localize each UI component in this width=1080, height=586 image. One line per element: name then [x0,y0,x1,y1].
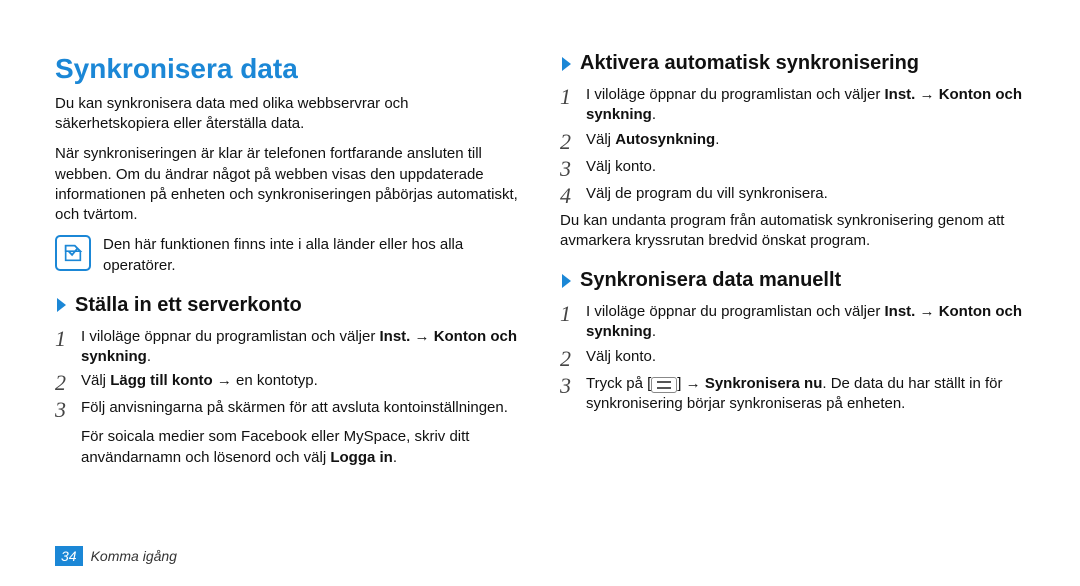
note-text: Den här funktionen finns inte i alla län… [103,235,520,276]
section-heading-text: Synkronisera data manuellt [580,267,841,294]
step-number: 1 [560,85,586,108]
section-heading-text: Aktivera automatisk synkronisering [580,50,919,77]
step-3: 3 Tryck på [ ] → Synkronisera nu. De dat… [560,374,1025,415]
intro-1: Du kan synkronisera data med olika webbs… [55,94,520,135]
step-number: 3 [560,157,586,180]
step-4: 4 Välj de program du vill synkronisera. [560,184,1025,207]
steps-serverkonto: 1 I viloläge öppnar du programlistan och… [55,327,520,422]
right-column: Aktivera automatisk synkronisering 1 I v… [560,50,1025,468]
chevron-icon [560,55,574,73]
step-1: 1 I viloläge öppnar du programlistan och… [55,327,520,368]
page-footer: 34 Komma igång [55,546,177,566]
intro-2: När synkroniseringen är klar är telefone… [55,144,520,225]
step-body: Följ anvisningarna på skärmen för att av… [81,398,520,418]
step-3: 3 Välj konto. [560,157,1025,180]
section-heading-serverkonto: Ställa in ett serverkonto [55,292,520,319]
step-1: 1 I viloläge öppnar du programlistan och… [560,302,1025,343]
step-body: I viloläge öppnar du programlistan och v… [586,302,1025,343]
step-body: Välj de program du vill synkronisera. [586,184,1025,204]
page-title: Synkronisera data [55,50,520,88]
step-number: 2 [560,130,586,153]
step-2: 2 Välj Lägg till konto → en kontotyp. [55,371,520,394]
step-body: Tryck på [ ] → Synkronisera nu. De data … [586,374,1025,415]
step-body: I viloläge öppnar du programlistan och v… [586,85,1025,126]
step-1: 1 I viloläge öppnar du programlistan och… [560,85,1025,126]
step-body: Välj Lägg till konto → en kontotyp. [81,371,520,391]
page-number: 34 [55,546,83,566]
menu-icon [651,377,677,393]
note-icon [55,235,91,271]
step-number: 3 [55,398,81,421]
section-heading-text: Ställa in ett serverkonto [75,292,302,319]
step-number: 2 [560,347,586,370]
auto-after: Du kan undanta program från automatisk s… [560,211,1025,252]
step-2: 2 Välj Autosynkning. [560,130,1025,153]
step-body: I viloläge öppnar du programlistan och v… [81,327,520,368]
steps-manual: 1 I viloläge öppnar du programlistan och… [560,302,1025,414]
section-heading-auto: Aktivera automatisk synkronisering [560,50,1025,77]
step-body: Välj konto. [586,347,1025,367]
steps-auto: 1 I viloläge öppnar du programlistan och… [560,85,1025,207]
step-body: Välj Autosynkning. [586,130,1025,150]
step-number: 1 [560,302,586,325]
step-number: 2 [55,371,81,394]
step-2: 2 Välj konto. [560,347,1025,370]
social-subnote: För soicala medier som Facebook eller My… [81,427,520,468]
footer-section: Komma igång [91,548,177,564]
step-number: 3 [560,374,586,397]
step-number: 4 [560,184,586,207]
step-number: 1 [55,327,81,350]
chevron-icon [560,272,574,290]
note-callout: Den här funktionen finns inte i alla län… [55,235,520,276]
step-3: 3 Följ anvisningarna på skärmen för att … [55,398,520,421]
chevron-icon [55,296,69,314]
left-column: Synkronisera data Du kan synkronisera da… [55,50,520,468]
section-heading-manual: Synkronisera data manuellt [560,267,1025,294]
step-body: Välj konto. [586,157,1025,177]
